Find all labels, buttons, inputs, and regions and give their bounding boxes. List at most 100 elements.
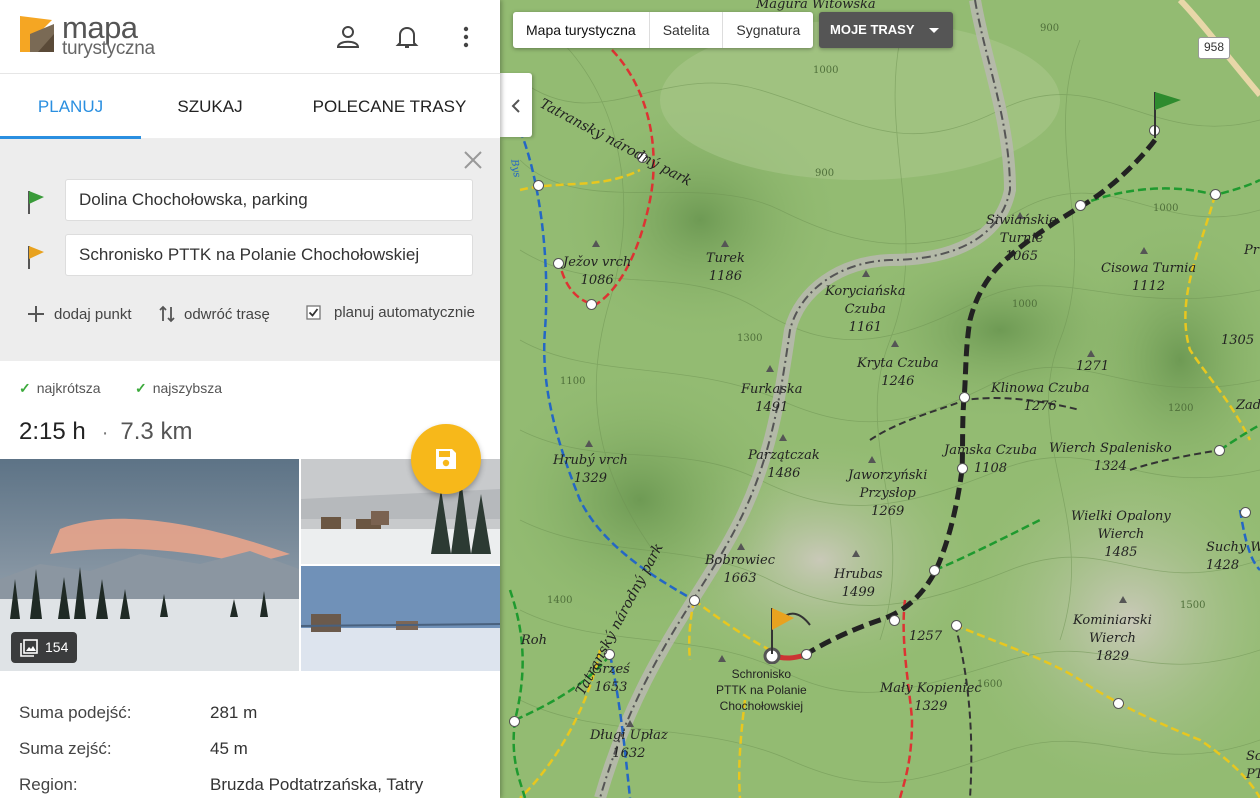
trail-junction[interactable]: [951, 620, 962, 631]
map-label: Koryciańska Czuba 1161: [825, 283, 906, 337]
trail-junction[interactable]: [959, 392, 970, 403]
tab-szukaj[interactable]: SZUKAJ: [141, 74, 279, 138]
option-shortest[interactable]: ✓ najkrótsza: [19, 380, 101, 397]
peak-height: 1485: [1104, 545, 1138, 560]
reverse-route-button[interactable]: odwróć trasę: [158, 304, 270, 324]
peak-name: Klinowa Czuba: [991, 381, 1090, 396]
road-number-badge: 958: [1198, 37, 1230, 59]
peak-marker-icon: [891, 340, 899, 347]
peak-name: Bobrowiec: [705, 553, 776, 568]
peak-name: Mały Kopieniec: [880, 681, 982, 696]
trail-junction[interactable]: [801, 649, 812, 660]
route-summary: 2:15 h · 7.3 km: [19, 418, 192, 446]
map-type-tourist[interactable]: Mapa turystyczna: [513, 12, 650, 48]
account-icon[interactable]: [335, 24, 361, 50]
peak-name: Siwiańskie: [986, 213, 1057, 228]
map-label: Hrubý vrch 1329: [553, 452, 628, 488]
peak-marker-icon: [737, 543, 745, 550]
stat-row: Suma zejść: 45 m: [19, 739, 248, 759]
trail-junction[interactable]: [1075, 200, 1086, 211]
map-label: Schronisko PTTK na Polanie Chochołowskiej: [716, 666, 807, 714]
photo-thumb-2[interactable]: [301, 566, 500, 671]
peak-name: Grześ: [592, 662, 630, 677]
stat-row: Region: Bruzda Podtatrzańska, Tatry: [19, 775, 423, 795]
map-label-part: Sc: [1246, 749, 1260, 764]
peak-height: 1161: [848, 320, 882, 335]
peak-name: Suchy W: [1206, 540, 1260, 555]
auto-plan-checkbox[interactable]: planuj automatycznie: [306, 304, 475, 321]
contour-label: 1100: [560, 376, 586, 387]
trail-junction[interactable]: [1214, 445, 1225, 456]
check-icon: ✓: [135, 380, 147, 396]
map-label: Roh: [521, 633, 547, 648]
peak-height: 1086: [580, 273, 614, 288]
option-fastest[interactable]: ✓ najszybsza: [135, 380, 222, 397]
stat-value: Bruzda Podtatrzańska, Tatry: [210, 775, 424, 794]
peak-name: Ježov vrch: [563, 255, 632, 270]
route-end-flag-icon[interactable]: [760, 604, 800, 664]
peak-name: Cisowa Turnia: [1101, 261, 1197, 276]
peak-height: 1324: [1093, 459, 1127, 474]
map-type-satellite[interactable]: Satelita: [650, 12, 724, 48]
add-point-button[interactable]: dodaj punkt: [26, 304, 132, 324]
trail-junction[interactable]: [1240, 507, 1251, 518]
peak-height: 1829: [1095, 649, 1129, 664]
peak-height: 1108: [973, 461, 1008, 476]
contour-label: 1600: [977, 679, 1003, 690]
tab-planuj[interactable]: PLANUJ: [0, 74, 141, 139]
contour-label: 900: [1040, 23, 1060, 34]
peak-marker-icon: [862, 270, 870, 277]
close-icon[interactable]: [462, 149, 484, 171]
route-distance: 7.3 km: [120, 418, 193, 445]
photo-count: 154: [45, 639, 69, 655]
start-point-input[interactable]: Dolina Chochołowska, parking: [65, 179, 473, 221]
peak-height: 1653: [594, 680, 628, 695]
tab-polecane-trasy[interactable]: POLECANE TRASY: [279, 74, 500, 138]
trail-junction[interactable]: [509, 716, 520, 727]
map-label: Wielki Opalony Wierch 1485: [1071, 508, 1171, 562]
logo[interactable]: mapa turystyczna: [18, 10, 158, 59]
peak-name: Turnie: [999, 231, 1044, 246]
route-start-flag-icon[interactable]: [1145, 88, 1185, 140]
header: mapa turystyczna: [0, 0, 500, 74]
my-trips-label: MOJE TRASY: [830, 22, 915, 37]
end-point-input[interactable]: Schronisko PTTK na Polanie Chochołowskie…: [65, 234, 473, 276]
map-label: Mały Kopieniec 1329: [880, 680, 982, 716]
map-label: Bys: [508, 158, 523, 179]
peak-height: 1428: [1206, 558, 1240, 573]
collapse-panel-button[interactable]: [500, 73, 532, 137]
peak-height: 1269: [871, 504, 905, 519]
map-type-signature[interactable]: Sygnatura: [723, 12, 813, 48]
map-label: Jaworzyński Przysłop 1269: [848, 467, 927, 521]
option-label: najkrótsza: [36, 380, 101, 396]
peak-height: 1499: [841, 585, 875, 600]
bell-icon[interactable]: [394, 24, 420, 50]
my-trips-button[interactable]: MOJE TRASY: [819, 12, 953, 48]
trail-junction[interactable]: [929, 565, 940, 576]
trail-junction[interactable]: [1113, 698, 1124, 709]
peak-name: Furkaska: [741, 382, 803, 397]
trail-junction[interactable]: [533, 180, 544, 191]
map-label: Długi Upłaz 1632: [590, 727, 668, 763]
swap-vert-icon: [159, 305, 175, 323]
contour-label: 1000: [813, 65, 839, 76]
map-label: 1257: [909, 629, 943, 644]
photo-count-badge[interactable]: 154: [11, 632, 78, 663]
logo-word-2: turystyczna: [62, 38, 155, 59]
map-type-switcher: Mapa turystyczna Satelita Sygnatura: [513, 12, 814, 48]
trail-junction[interactable]: [586, 299, 597, 310]
trail-junction[interactable]: [1210, 189, 1221, 200]
stat-value: 45 m: [210, 739, 248, 758]
peak-name: Czuba: [844, 302, 886, 317]
trail-junction[interactable]: [889, 615, 900, 626]
trail-junction[interactable]: [689, 595, 700, 606]
map-label: Zad: [1236, 398, 1260, 413]
contour-label: 1200: [1168, 403, 1194, 414]
map-label: Cisowa Turnia 1112: [1101, 260, 1196, 296]
more-vert-icon[interactable]: [453, 24, 479, 50]
peak-marker-icon: [721, 240, 729, 247]
save-route-button[interactable]: [411, 424, 481, 494]
peak-name: Kominiarski: [1073, 613, 1152, 628]
plus-icon: [28, 306, 44, 322]
shelter-name: Chochołowskiej: [719, 699, 804, 713]
